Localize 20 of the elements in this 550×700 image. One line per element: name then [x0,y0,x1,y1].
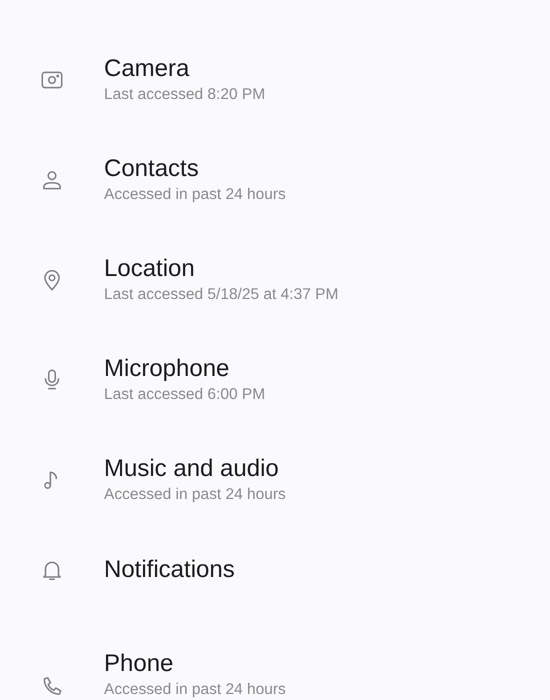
permission-item[interactable]: Contacts Accessed in past 24 hours [0,130,550,230]
permission-title: Notifications [104,556,235,584]
last-accessed-text: Accessed in past 24 hours [104,485,286,505]
last-accessed-text: Accessed in past 24 hours [104,185,286,205]
permission-title: Location [104,255,196,283]
permission-title: Camera [104,55,190,83]
permission-title: Music and audio [104,455,280,483]
permission-item[interactable]: Location Last accessed 5/18/25 at 4:37 PM [0,230,550,330]
permission-title: Contacts [104,155,200,183]
permission-item[interactable]: Phone Accessed in past 24 hours [0,610,550,700]
last-accessed-text: Last accessed 5/18/25 at 4:37 PM [104,285,338,305]
permission-item[interactable]: Music and audio Accessed in past 24 hours [0,430,550,530]
last-accessed-text: Last accessed 8:20 PM [104,85,266,105]
permission-item[interactable]: Camera Last accessed 8:20 PM [0,30,550,130]
last-accessed-text: Last accessed 6:00 PM [104,385,266,405]
permission-title: Microphone [104,355,230,383]
last-accessed-text: Accessed in past 24 hours [104,680,286,700]
permission-item[interactable]: Microphone Last accessed 6:00 PM [0,330,550,430]
permission-title: Phone [104,650,174,678]
permission-item[interactable]: Notifications [0,530,550,610]
